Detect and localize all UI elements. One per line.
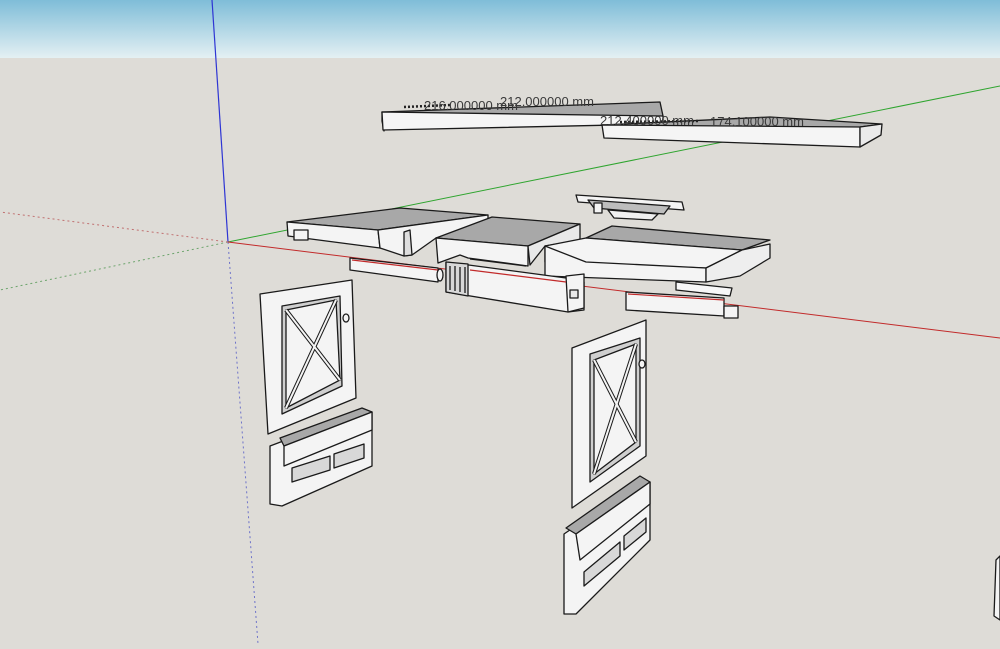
3d-viewport[interactable]: 216.000000 mm 212.000000 mm 212.400000 m… bbox=[0, 0, 1000, 645]
sky bbox=[0, 0, 1000, 58]
scene-canvas[interactable] bbox=[0, 0, 1000, 645]
